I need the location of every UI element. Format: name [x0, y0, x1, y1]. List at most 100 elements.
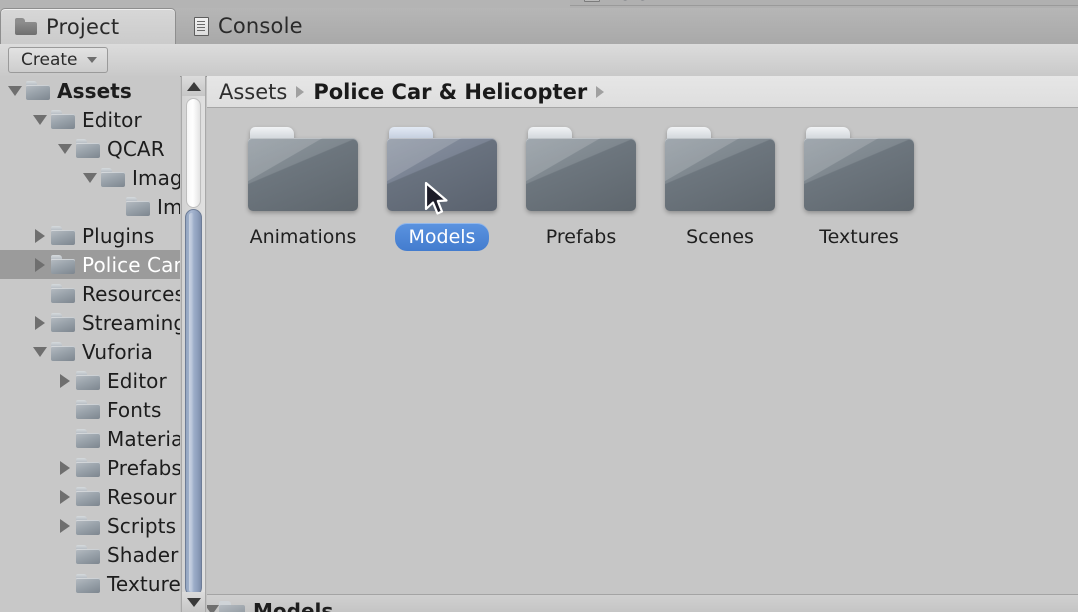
tree-item-scripts[interactable]: Scripts: [0, 511, 180, 540]
asset-item-label: Animations: [249, 226, 357, 248]
tree-item-fonts[interactable]: Fonts: [0, 395, 180, 424]
tree-item-label: Prefabs: [107, 455, 180, 480]
tab-console-label: Console: [218, 14, 303, 38]
folder-icon: [76, 545, 100, 564]
tree-item-label: Shader: [107, 542, 179, 567]
tree-item-im[interactable]: Im: [0, 192, 180, 221]
tree-item-label: Plugins: [82, 223, 155, 248]
tree-item-label: Editor: [82, 107, 142, 132]
folder-icon: [248, 127, 358, 211]
scroll-up-button[interactable]: [182, 76, 205, 96]
document-icon: [194, 16, 209, 36]
folder-icon: [76, 400, 100, 419]
twisty-collapsed-icon[interactable]: [54, 373, 76, 388]
asset-item-prefabs[interactable]: Prefabs: [511, 127, 651, 251]
folder-icon: [76, 371, 100, 390]
chevron-right-icon: [596, 85, 605, 98]
folder-icon: [665, 127, 775, 211]
twisty-collapsed-icon[interactable]: [54, 460, 76, 475]
folder-icon: [15, 18, 37, 35]
twisty-expanded-icon[interactable]: [29, 346, 51, 357]
twisty-collapsed-icon[interactable]: [29, 257, 51, 272]
folder-icon: [76, 574, 100, 593]
folder-icon: [76, 429, 100, 448]
twisty-collapsed-icon[interactable]: [54, 489, 76, 504]
tree-item-editor[interactable]: Editor: [0, 105, 180, 134]
twisty-expanded-icon[interactable]: [54, 143, 76, 154]
folder-icon: [76, 487, 100, 506]
folder-icon: [26, 81, 50, 100]
tab-project[interactable]: Project: [0, 8, 176, 44]
asset-item-textures[interactable]: Textures: [789, 127, 929, 251]
tree-item-label: Texture: [107, 571, 180, 596]
tree-item-label: QCAR: [107, 136, 165, 161]
tree-item-resour[interactable]: Resour: [0, 482, 180, 511]
folder-icon: [101, 168, 125, 187]
folder-icon: [51, 255, 75, 274]
tree-item-police-car[interactable]: Police Car: [0, 250, 180, 279]
tree-item-shader[interactable]: Shader: [0, 540, 180, 569]
twisty-expanded-icon[interactable]: [79, 172, 101, 183]
folder-icon: [526, 127, 636, 211]
tree-item-label: Resour: [107, 484, 177, 509]
chevron-right-icon: [296, 85, 305, 98]
create-button[interactable]: Create: [8, 47, 108, 73]
tree-item-texture[interactable]: Texture: [0, 569, 180, 598]
tree-item-streaming[interactable]: Streaming: [0, 308, 180, 337]
tree-item-editor[interactable]: Editor: [0, 366, 180, 395]
scrollbar-track[interactable]: [186, 98, 201, 208]
triangle-down-icon: [186, 597, 201, 607]
clipped-tab-icon: [584, 0, 600, 2]
asset-content-pane: Assets Police Car & Helicopter Animation…: [207, 76, 1078, 612]
tree-scrollbar[interactable]: [181, 76, 206, 612]
triangle-up-icon: [186, 81, 201, 91]
tree-item-label: Vuforia: [82, 339, 154, 364]
asset-item-label: Models: [394, 223, 490, 251]
breadcrumb-root[interactable]: Assets: [219, 80, 287, 104]
asset-item-models[interactable]: Models: [372, 127, 512, 251]
folder-icon: [126, 197, 150, 216]
scrollbar-thumb[interactable]: [185, 209, 202, 596]
folder-tree[interactable]: Assets Editor QCAR Imag Im Plugins Police Car R…: [0, 76, 180, 612]
breadcrumb-current[interactable]: Police Car & Helicopter: [313, 80, 587, 104]
tab-console[interactable]: Console: [180, 8, 340, 44]
tree-item-plugins[interactable]: Plugins: [0, 221, 180, 250]
folder-icon: [76, 516, 100, 535]
twisty-expanded-icon[interactable]: [29, 114, 51, 125]
asset-item-animations[interactable]: Animations: [233, 127, 373, 251]
tree-item-vuforia[interactable]: Vuforia: [0, 337, 180, 366]
project-toolbar: Create: [0, 44, 1078, 77]
folder-icon: [51, 284, 75, 303]
asset-item-label: Scenes: [686, 226, 754, 248]
tab-project-label: Project: [46, 14, 120, 39]
tree-item-imag[interactable]: Imag: [0, 163, 180, 192]
folder-icon: [51, 313, 75, 332]
twisty-collapsed-icon[interactable]: [29, 315, 51, 330]
twisty-collapsed-icon[interactable]: [29, 228, 51, 243]
folder-icon: [51, 110, 75, 129]
tree-item-label: Imag: [132, 165, 180, 190]
asset-grid: Animations Models Prefabs Scenes Textures: [207, 109, 1078, 612]
folder-icon: [51, 342, 75, 361]
breadcrumb: Assets Police Car & Helicopter: [207, 76, 1078, 108]
tree-item-assets[interactable]: Assets: [0, 76, 180, 105]
tree-item-label: Police Car: [82, 252, 180, 277]
tree-item-label: Im: [157, 194, 180, 219]
asset-item-scenes[interactable]: Scenes: [650, 127, 790, 251]
tree-item-resources[interactable]: Resources: [0, 279, 180, 308]
clipped-bottom-row: Models: [207, 594, 1078, 612]
twisty-expanded-icon[interactable]: [4, 85, 26, 96]
chevron-down-icon: [86, 57, 97, 63]
clipped-divider: [570, 5, 1078, 6]
tree-item-qcar[interactable]: QCAR: [0, 134, 180, 163]
create-button-label: Create: [21, 50, 78, 70]
tree-item-label: Materia: [107, 426, 180, 451]
scroll-down-button[interactable]: [182, 592, 205, 612]
triangle-down-icon: [207, 605, 219, 612]
tree-item-prefabs[interactable]: Prefabs: [0, 453, 180, 482]
tree-item-label: Assets: [57, 78, 132, 103]
tree-item-label: Editor: [107, 368, 167, 393]
tree-item-materia[interactable]: Materia: [0, 424, 180, 453]
twisty-collapsed-icon[interactable]: [54, 518, 76, 533]
tree-item-label: Resources: [82, 281, 180, 306]
